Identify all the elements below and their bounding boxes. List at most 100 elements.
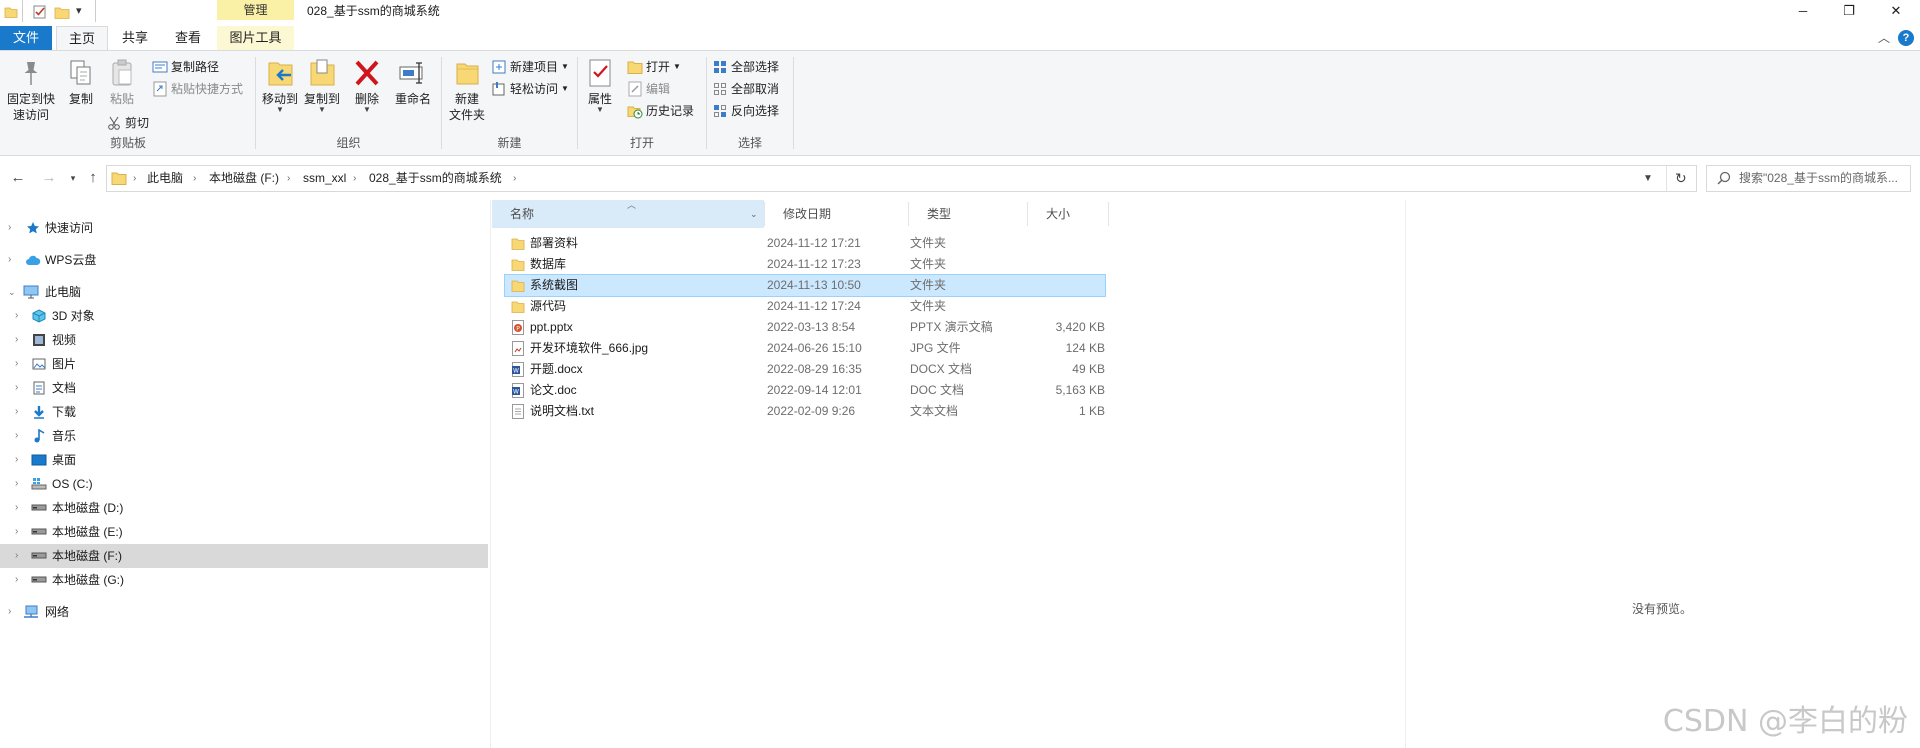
pin-quick-access-button[interactable]: 固定到快 速访问	[4, 57, 58, 123]
expand-chevron-icon[interactable]: ›	[15, 448, 18, 472]
history-button[interactable]: 历史记录	[627, 101, 694, 121]
properties-button[interactable]: 属性 ▼	[583, 57, 617, 114]
nav-item-music[interactable]: › 音乐	[0, 424, 488, 448]
dropdown-arrow-icon: ▼	[561, 62, 569, 71]
column-header-modified[interactable]: 修改日期	[765, 200, 908, 228]
column-header-name[interactable]: 名称 ︿ ⌄	[492, 200, 764, 228]
new-item-button[interactable]: 新建项目 ▼	[491, 57, 569, 77]
column-divider[interactable]	[1108, 202, 1109, 226]
nav-item-network[interactable]: › 网络	[0, 600, 488, 624]
table-row[interactable]: 说明文档.txt 2022-02-09 9:26 文本文档 1 KB	[505, 401, 1105, 422]
tab-view[interactable]: 查看	[164, 26, 212, 50]
cut-button[interactable]: 剪切	[106, 113, 149, 133]
expand-chevron-icon[interactable]: ›	[15, 400, 18, 424]
crumb-separator-icon[interactable]: ›	[133, 166, 136, 191]
breadcrumb-current-folder[interactable]: 028_基于ssm的商城系统	[369, 166, 502, 191]
table-row[interactable]: 数据库 2024-11-12 17:23 文件夹	[505, 254, 1105, 275]
nav-item-this-pc[interactable]: ⌄ 此电脑	[0, 280, 488, 304]
rename-button[interactable]: 重命名	[391, 57, 435, 107]
nav-item-drive-f[interactable]: › 本地磁盘 (F:)	[0, 544, 488, 568]
column-header-size[interactable]: 大小	[1028, 200, 1108, 228]
tab-home[interactable]: 主页	[56, 26, 108, 51]
table-row-selected[interactable]: 系统截图 2024-11-13 10:50 文件夹	[504, 274, 1106, 297]
copy-button[interactable]: 复制	[62, 57, 100, 107]
refresh-icon[interactable]: ↻	[1675, 166, 1687, 191]
expand-chevron-icon[interactable]: ›	[8, 248, 11, 272]
close-button[interactable]: ✕	[1872, 0, 1920, 22]
up-arrow-icon[interactable]: ↑	[82, 167, 104, 189]
back-arrow-icon[interactable]: ←	[7, 167, 29, 189]
select-none-button[interactable]: 全部取消	[712, 79, 779, 99]
edit-button[interactable]: 编辑	[627, 79, 670, 99]
recent-locations-chevron-icon[interactable]: ▾	[62, 167, 84, 189]
group-separator	[577, 57, 578, 149]
crumb-separator-icon[interactable]: ›	[193, 166, 196, 191]
address-history-chevron-icon[interactable]: ▼	[1643, 166, 1653, 191]
expand-chevron-icon[interactable]: ›	[15, 424, 18, 448]
properties-qat-icon[interactable]	[32, 4, 48, 20]
select-all-button[interactable]: 全部选择	[712, 57, 779, 77]
open-button[interactable]: 打开 ▼	[627, 57, 681, 77]
table-row[interactable]: 源代码 2024-11-12 17:24 文件夹	[505, 296, 1105, 317]
crumb-separator-icon[interactable]: ›	[513, 166, 516, 191]
expand-chevron-icon[interactable]: ›	[15, 352, 18, 376]
paste-shortcut-button[interactable]: 粘贴快捷方式	[152, 79, 243, 99]
nav-item-wps-cloud[interactable]: › WPS云盘	[0, 248, 488, 272]
expand-chevron-icon[interactable]: ›	[15, 568, 18, 592]
collapse-ribbon-icon[interactable]: ︿	[1876, 28, 1892, 48]
copy-to-button[interactable]: 复制到 ▼	[301, 57, 343, 114]
invert-selection-button[interactable]: 反向选择	[712, 101, 779, 121]
expand-chevron-icon[interactable]: ›	[15, 376, 18, 400]
nav-item-3d-objects[interactable]: › 3D 对象	[0, 304, 488, 328]
breadcrumb-ssm-xxl[interactable]: ssm_xxl	[303, 166, 346, 191]
table-row[interactable]: 开发环境软件_666.jpg 2024-06-26 15:10 JPG 文件 1…	[505, 338, 1105, 359]
expand-chevron-icon[interactable]: ›	[15, 544, 18, 568]
expand-chevron-icon[interactable]: ›	[15, 328, 18, 352]
nav-item-drive-c[interactable]: › OS (C:)	[0, 472, 488, 496]
context-tab-manage[interactable]: 管理	[217, 0, 294, 20]
help-icon[interactable]: ?	[1898, 30, 1914, 46]
table-row[interactable]: P ppt.pptx 2022-03-13 8:54 PPTX 演示文稿 3,4…	[505, 317, 1105, 338]
nav-item-documents[interactable]: › 文档	[0, 376, 488, 400]
table-row[interactable]: W 开题.docx 2022-08-29 16:35 DOCX 文档 49 KB	[505, 359, 1105, 380]
address-box[interactable]: › 此电脑 › 本地磁盘 (F:) › ssm_xxl › 028_基于ssm的…	[106, 165, 1697, 192]
expand-chevron-icon[interactable]: ›	[8, 216, 11, 240]
qat-dropdown-icon[interactable]: ▾	[76, 2, 88, 20]
table-row[interactable]: 部署资料 2024-11-12 17:21 文件夹	[505, 233, 1105, 254]
maximize-button[interactable]: ❐	[1826, 0, 1872, 22]
nav-item-drive-d[interactable]: › 本地磁盘 (D:)	[0, 496, 488, 520]
copy-path-button[interactable]: 复制路径	[152, 57, 219, 77]
nav-item-drive-g[interactable]: › 本地磁盘 (G:)	[0, 568, 488, 592]
breadcrumb-this-pc[interactable]: 此电脑	[147, 166, 183, 191]
tab-picture-tools[interactable]: 图片工具	[217, 26, 294, 50]
move-to-button[interactable]: 移动到 ▼	[259, 57, 301, 114]
nav-item-pictures[interactable]: › 图片	[0, 352, 488, 376]
paste-button[interactable]: 粘贴	[102, 57, 142, 107]
chevron-down-icon[interactable]: ⌄	[750, 200, 758, 228]
expand-chevron-icon[interactable]: ›	[15, 496, 18, 520]
minimize-button[interactable]: ─	[1780, 0, 1826, 22]
column-header-type[interactable]: 类型	[909, 200, 1027, 228]
nav-item-desktop[interactable]: › 桌面	[0, 448, 488, 472]
tab-file[interactable]: 文件	[0, 26, 52, 50]
nav-item-drive-e[interactable]: › 本地磁盘 (E:)	[0, 520, 488, 544]
delete-button[interactable]: 删除 ▼	[350, 57, 384, 114]
nav-item-videos[interactable]: › 视频	[0, 328, 488, 352]
search-input[interactable]: 搜索"028_基于ssm的商城系...	[1706, 165, 1911, 192]
crumb-separator-icon[interactable]: ›	[287, 166, 290, 191]
easy-access-button[interactable]: 轻松访问 ▼	[491, 79, 569, 99]
expand-chevron-icon[interactable]: ›	[8, 600, 11, 624]
nav-item-downloads[interactable]: › 下载	[0, 400, 488, 424]
breadcrumb-drive-f[interactable]: 本地磁盘 (F:)	[209, 166, 279, 191]
nav-item-quick-access[interactable]: › 快速访问	[0, 216, 488, 240]
collapse-chevron-icon[interactable]: ⌄	[8, 280, 16, 304]
expand-chevron-icon[interactable]: ›	[15, 520, 18, 544]
table-row[interactable]: W 论文.doc 2022-09-14 12:01 DOC 文档 5,163 K…	[505, 380, 1105, 401]
new-folder-button[interactable]: 新建 文件夹	[445, 57, 489, 123]
crumb-separator-icon[interactable]: ›	[353, 166, 356, 191]
forward-arrow-icon[interactable]: →	[38, 167, 60, 189]
new-folder-qat-icon[interactable]	[54, 4, 70, 20]
expand-chevron-icon[interactable]: ›	[15, 304, 18, 328]
expand-chevron-icon[interactable]: ›	[15, 472, 18, 496]
tab-share[interactable]: 共享	[112, 26, 158, 50]
